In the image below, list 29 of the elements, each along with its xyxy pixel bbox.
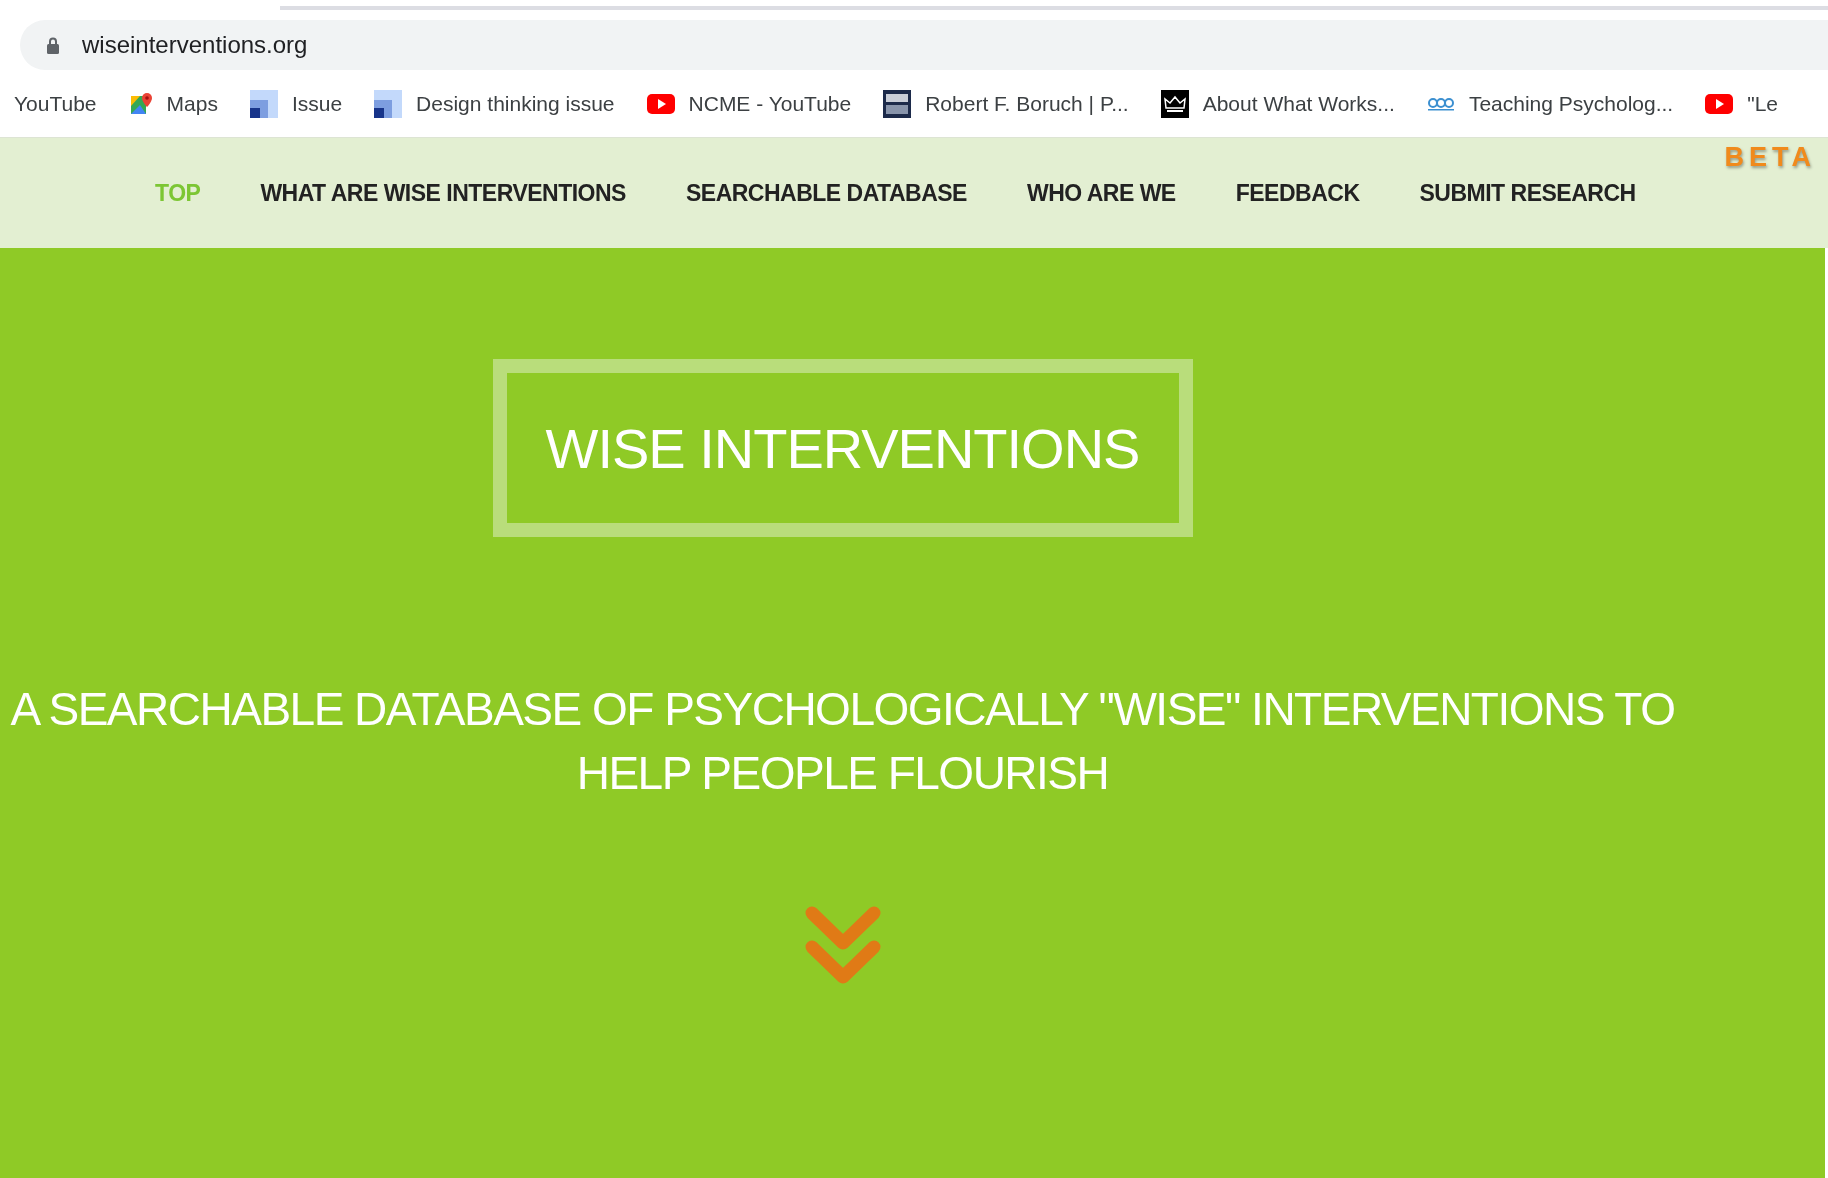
squares-icon xyxy=(374,90,403,118)
address-bar[interactable]: wiseinterventions.org xyxy=(20,20,1828,70)
double-chevron-down-icon[interactable] xyxy=(803,905,882,985)
url-text: wiseinterventions.org xyxy=(82,31,308,59)
play-icon xyxy=(1705,94,1734,114)
bookmark-item[interactable]: NCME - YouTube xyxy=(646,92,852,116)
hero-subtitle: A SEARCHABLE DATABASE OF PSYCHOLOGICALLY "WISE" INTERVENTIONS TO HELP PEOPLE FLOURISH xyxy=(9,682,1676,801)
bookmark-item[interactable]: "Le xyxy=(1705,92,1778,116)
bookmark-item[interactable]: Maps xyxy=(128,92,218,116)
map-pin-icon xyxy=(128,92,153,116)
aps-logo-icon xyxy=(1426,97,1455,111)
site-title: WISE INTERVENTIONS xyxy=(545,415,1140,481)
nav-link[interactable]: SUBMIT RESEARCH xyxy=(1419,179,1636,207)
crown-icon xyxy=(1160,90,1189,118)
bookmark-item[interactable]: YouTube xyxy=(14,92,97,116)
bookmark-item[interactable]: About What Works... xyxy=(1160,90,1395,118)
play-icon xyxy=(646,94,675,114)
squares-icon xyxy=(249,90,278,118)
beta-label: BETA xyxy=(1724,142,1816,173)
bookmark-item[interactable]: Robert F. Boruch | P... xyxy=(883,90,1129,118)
bookmark-item[interactable]: Design thinking issue xyxy=(374,90,615,118)
bookmark-item[interactable]: Issue xyxy=(249,90,343,118)
nav-link[interactable]: FEEDBACK xyxy=(1235,179,1360,207)
nav-link[interactable]: SEARCHABLE DATABASE xyxy=(685,179,967,207)
shield-icon xyxy=(883,90,912,118)
nav-link[interactable]: WHO ARE WE xyxy=(1026,179,1176,207)
nav-link[interactable]: WHAT ARE WISE INTERVENTIONS xyxy=(260,179,626,207)
bookmark-item[interactable]: Teaching Psycholog... xyxy=(1426,92,1674,116)
lock-icon xyxy=(46,36,60,54)
